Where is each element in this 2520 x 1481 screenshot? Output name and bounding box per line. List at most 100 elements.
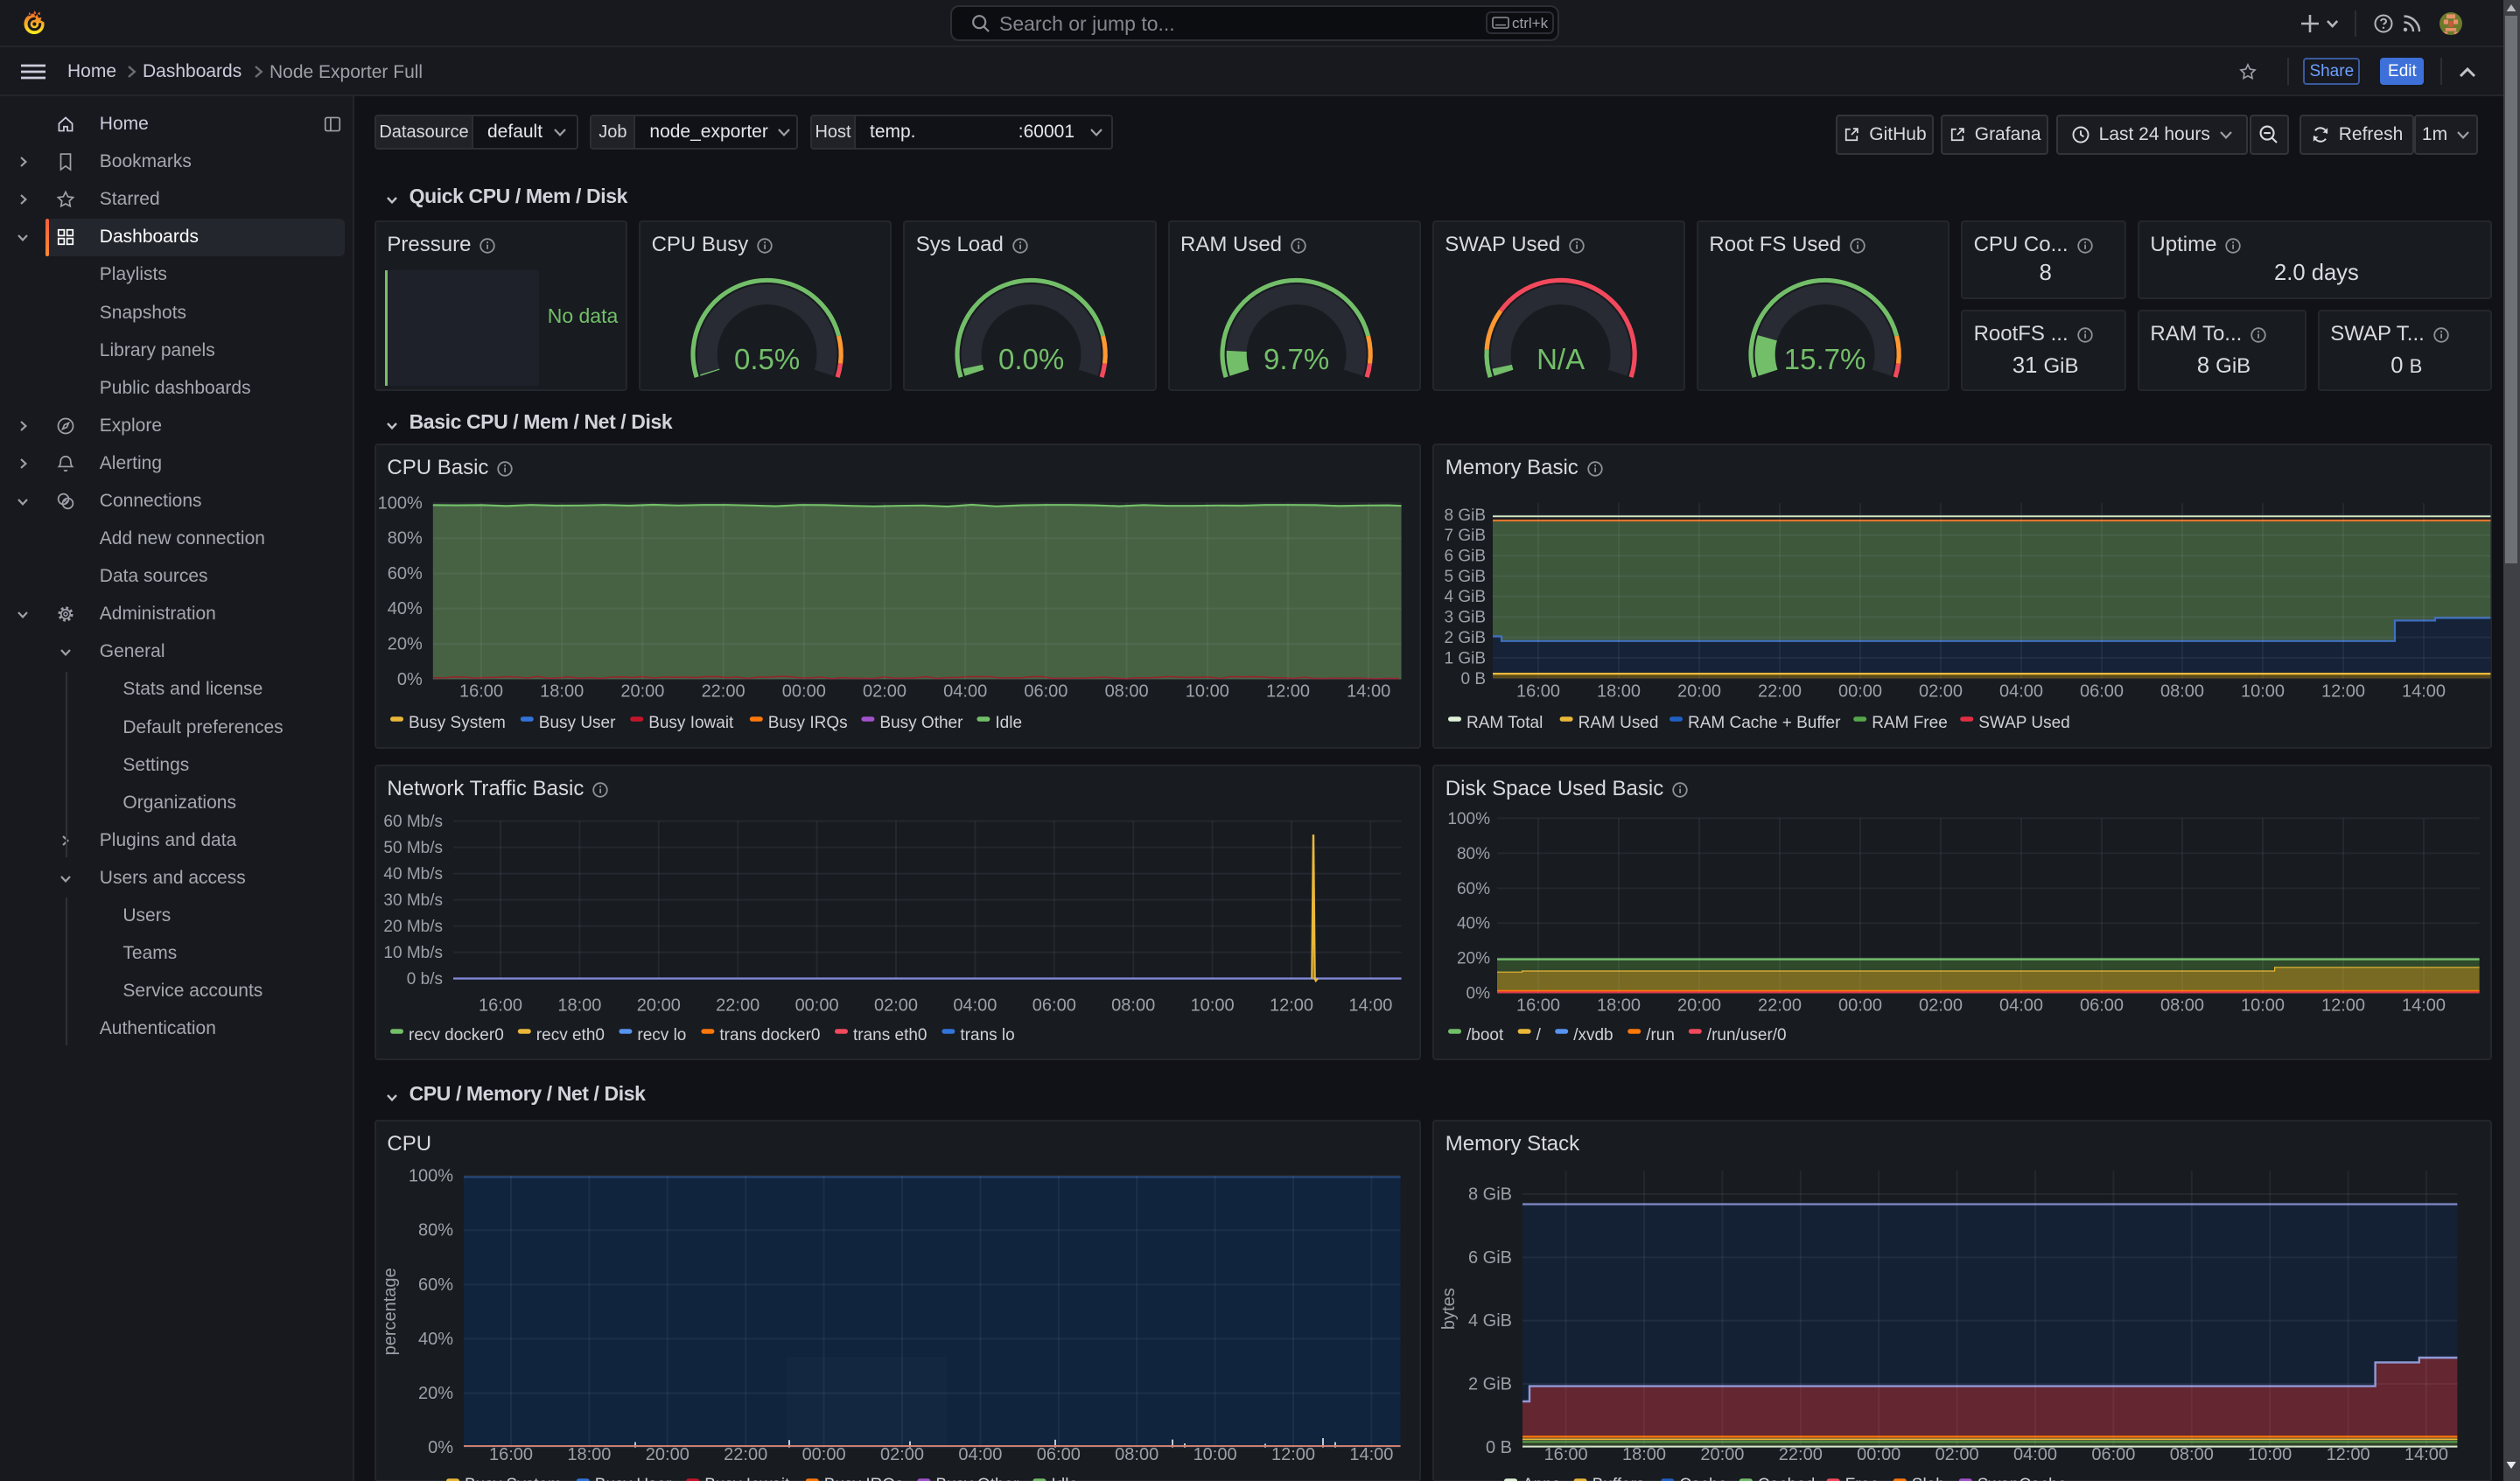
svg-text:20%: 20% [418,1384,453,1403]
svg-text:20 Mb/s: 20 Mb/s [383,918,443,936]
svg-text:12:00: 12:00 [2321,996,2365,1016]
svg-text:04:00: 04:00 [943,682,987,702]
svg-text:recv eth0: recv eth0 [536,1026,605,1044]
svg-text:30 Mb/s: 30 Mb/s [383,891,443,910]
svg-text:60%: 60% [418,1275,453,1295]
svg-text:20:00: 20:00 [1677,682,1721,702]
svg-text:10:00: 10:00 [1194,1445,1237,1464]
svg-text:0 B: 0 B [1486,1438,1512,1457]
svg-text:06:00: 06:00 [2080,996,2124,1016]
svg-text:20:00: 20:00 [1701,1445,1745,1464]
svg-text:Busy User: Busy User [595,1476,672,1481]
svg-text:80%: 80% [388,529,423,548]
svg-text:N/A: N/A [1536,343,1585,375]
svg-text:08:00: 08:00 [1105,682,1149,702]
svg-text:0 b/s: 0 b/s [407,970,443,988]
svg-text:Busy Iowait: Busy Iowait [704,1476,790,1481]
svg-text:10:00: 10:00 [1191,996,1235,1016]
svg-text:14:00: 14:00 [2402,996,2446,1016]
svg-text:100%: 100% [409,1167,453,1186]
svg-text:16:00: 16:00 [1516,682,1560,702]
svg-text:50 Mb/s: 50 Mb/s [383,839,443,857]
svg-text:60%: 60% [1457,880,1490,898]
svg-text:40 Mb/s: 40 Mb/s [383,865,443,884]
svg-text:Cached: Cached [1758,1476,1816,1481]
svg-text:0.0%: 0.0% [998,343,1064,375]
svg-text:20:00: 20:00 [637,996,681,1016]
svg-text:02:00: 02:00 [1919,682,1963,702]
svg-text:Busy Other: Busy Other [935,1476,1019,1481]
svg-text:08:00: 08:00 [1115,1445,1158,1464]
svg-text:00:00: 00:00 [1838,682,1882,702]
svg-text:10 Mb/s: 10 Mb/s [383,944,443,962]
svg-text:08:00: 08:00 [2170,1445,2214,1464]
svg-text:20:00: 20:00 [620,682,664,702]
svg-text:RAM Total: RAM Total [1466,714,1543,732]
svg-text:00:00: 00:00 [795,996,839,1016]
svg-text:trans docker0: trans docker0 [719,1026,820,1044]
svg-text:00:00: 00:00 [1858,1445,1901,1464]
svg-text:18:00: 18:00 [1597,996,1641,1016]
svg-text:18:00: 18:00 [1622,1445,1666,1464]
svg-text:08:00: 08:00 [2160,682,2204,702]
svg-text:10:00: 10:00 [2241,682,2285,702]
svg-text:Free: Free [1845,1476,1880,1481]
svg-text:15.7%: 15.7% [1784,343,1866,375]
svg-text:4 GiB: 4 GiB [1445,588,1487,606]
svg-text:2 GiB: 2 GiB [1468,1374,1512,1394]
svg-text:10:00: 10:00 [2241,996,2285,1016]
svg-text:Busy IRQs: Busy IRQs [768,714,848,732]
svg-text:40%: 40% [1457,915,1490,933]
svg-text:04:00: 04:00 [953,996,997,1016]
svg-text:/xvdb: /xvdb [1574,1026,1614,1044]
svg-text:RAM Cache + Buffer: RAM Cache + Buffer [1688,714,1841,732]
svg-text:6 GiB: 6 GiB [1445,548,1487,566]
svg-text:02:00: 02:00 [1919,996,1963,1016]
svg-text:10:00: 10:00 [2249,1445,2292,1464]
svg-text:Buffers: Buffers [1592,1476,1645,1481]
svg-text:1 GiB: 1 GiB [1445,649,1487,667]
svg-text:08:00: 08:00 [1111,996,1155,1016]
svg-text:20%: 20% [1457,950,1490,968]
svg-text:22:00: 22:00 [1758,996,1802,1016]
svg-text:16:00: 16:00 [1516,996,1560,1016]
svg-text:recv lo: recv lo [637,1026,686,1044]
svg-text:14:00: 14:00 [2402,682,2446,702]
svg-text:00:00: 00:00 [782,682,826,702]
svg-text:percentage: percentage [381,1268,400,1355]
svg-text:8 GiB: 8 GiB [1468,1184,1512,1204]
svg-text:12:00: 12:00 [2327,1445,2370,1464]
svg-text:10:00: 10:00 [1186,682,1229,702]
svg-text:Busy User: Busy User [539,714,616,732]
svg-text:06:00: 06:00 [1037,1445,1081,1464]
svg-text:60 Mb/s: 60 Mb/s [383,813,443,831]
svg-text:06:00: 06:00 [1032,996,1076,1016]
svg-text:02:00: 02:00 [1936,1445,1979,1464]
svg-text:16:00: 16:00 [1544,1445,1588,1464]
svg-text:4 GiB: 4 GiB [1468,1311,1512,1331]
svg-text:16:00: 16:00 [489,1445,533,1464]
svg-text:Idle: Idle [1051,1476,1078,1481]
svg-text:Busy System: Busy System [465,1476,562,1481]
svg-text:Busy Other: Busy Other [879,714,963,732]
svg-text:Idle: Idle [995,714,1022,732]
svg-text:100%: 100% [378,493,423,513]
svg-text:recv docker0: recv docker0 [409,1026,504,1044]
svg-text:60%: 60% [388,564,423,583]
svg-text:06:00: 06:00 [2092,1445,2136,1464]
svg-text:SWAP Used: SWAP Used [1979,714,2071,732]
svg-text:18:00: 18:00 [557,996,601,1016]
svg-text:/run: /run [1647,1026,1676,1044]
svg-text:14:00: 14:00 [1347,682,1390,702]
svg-text:02:00: 02:00 [880,1445,924,1464]
svg-text:06:00: 06:00 [1024,682,1068,702]
svg-text:Cache: Cache [1680,1476,1728,1481]
svg-text:0.5%: 0.5% [734,343,800,375]
svg-text:80%: 80% [418,1221,453,1240]
svg-text:RAM Free: RAM Free [1872,714,1949,732]
svg-text:14:00: 14:00 [1348,996,1392,1016]
svg-text:02:00: 02:00 [863,682,906,702]
svg-text:trans eth0: trans eth0 [853,1026,928,1044]
svg-text:80%: 80% [1457,845,1490,863]
svg-text:/boot: /boot [1466,1026,1504,1044]
